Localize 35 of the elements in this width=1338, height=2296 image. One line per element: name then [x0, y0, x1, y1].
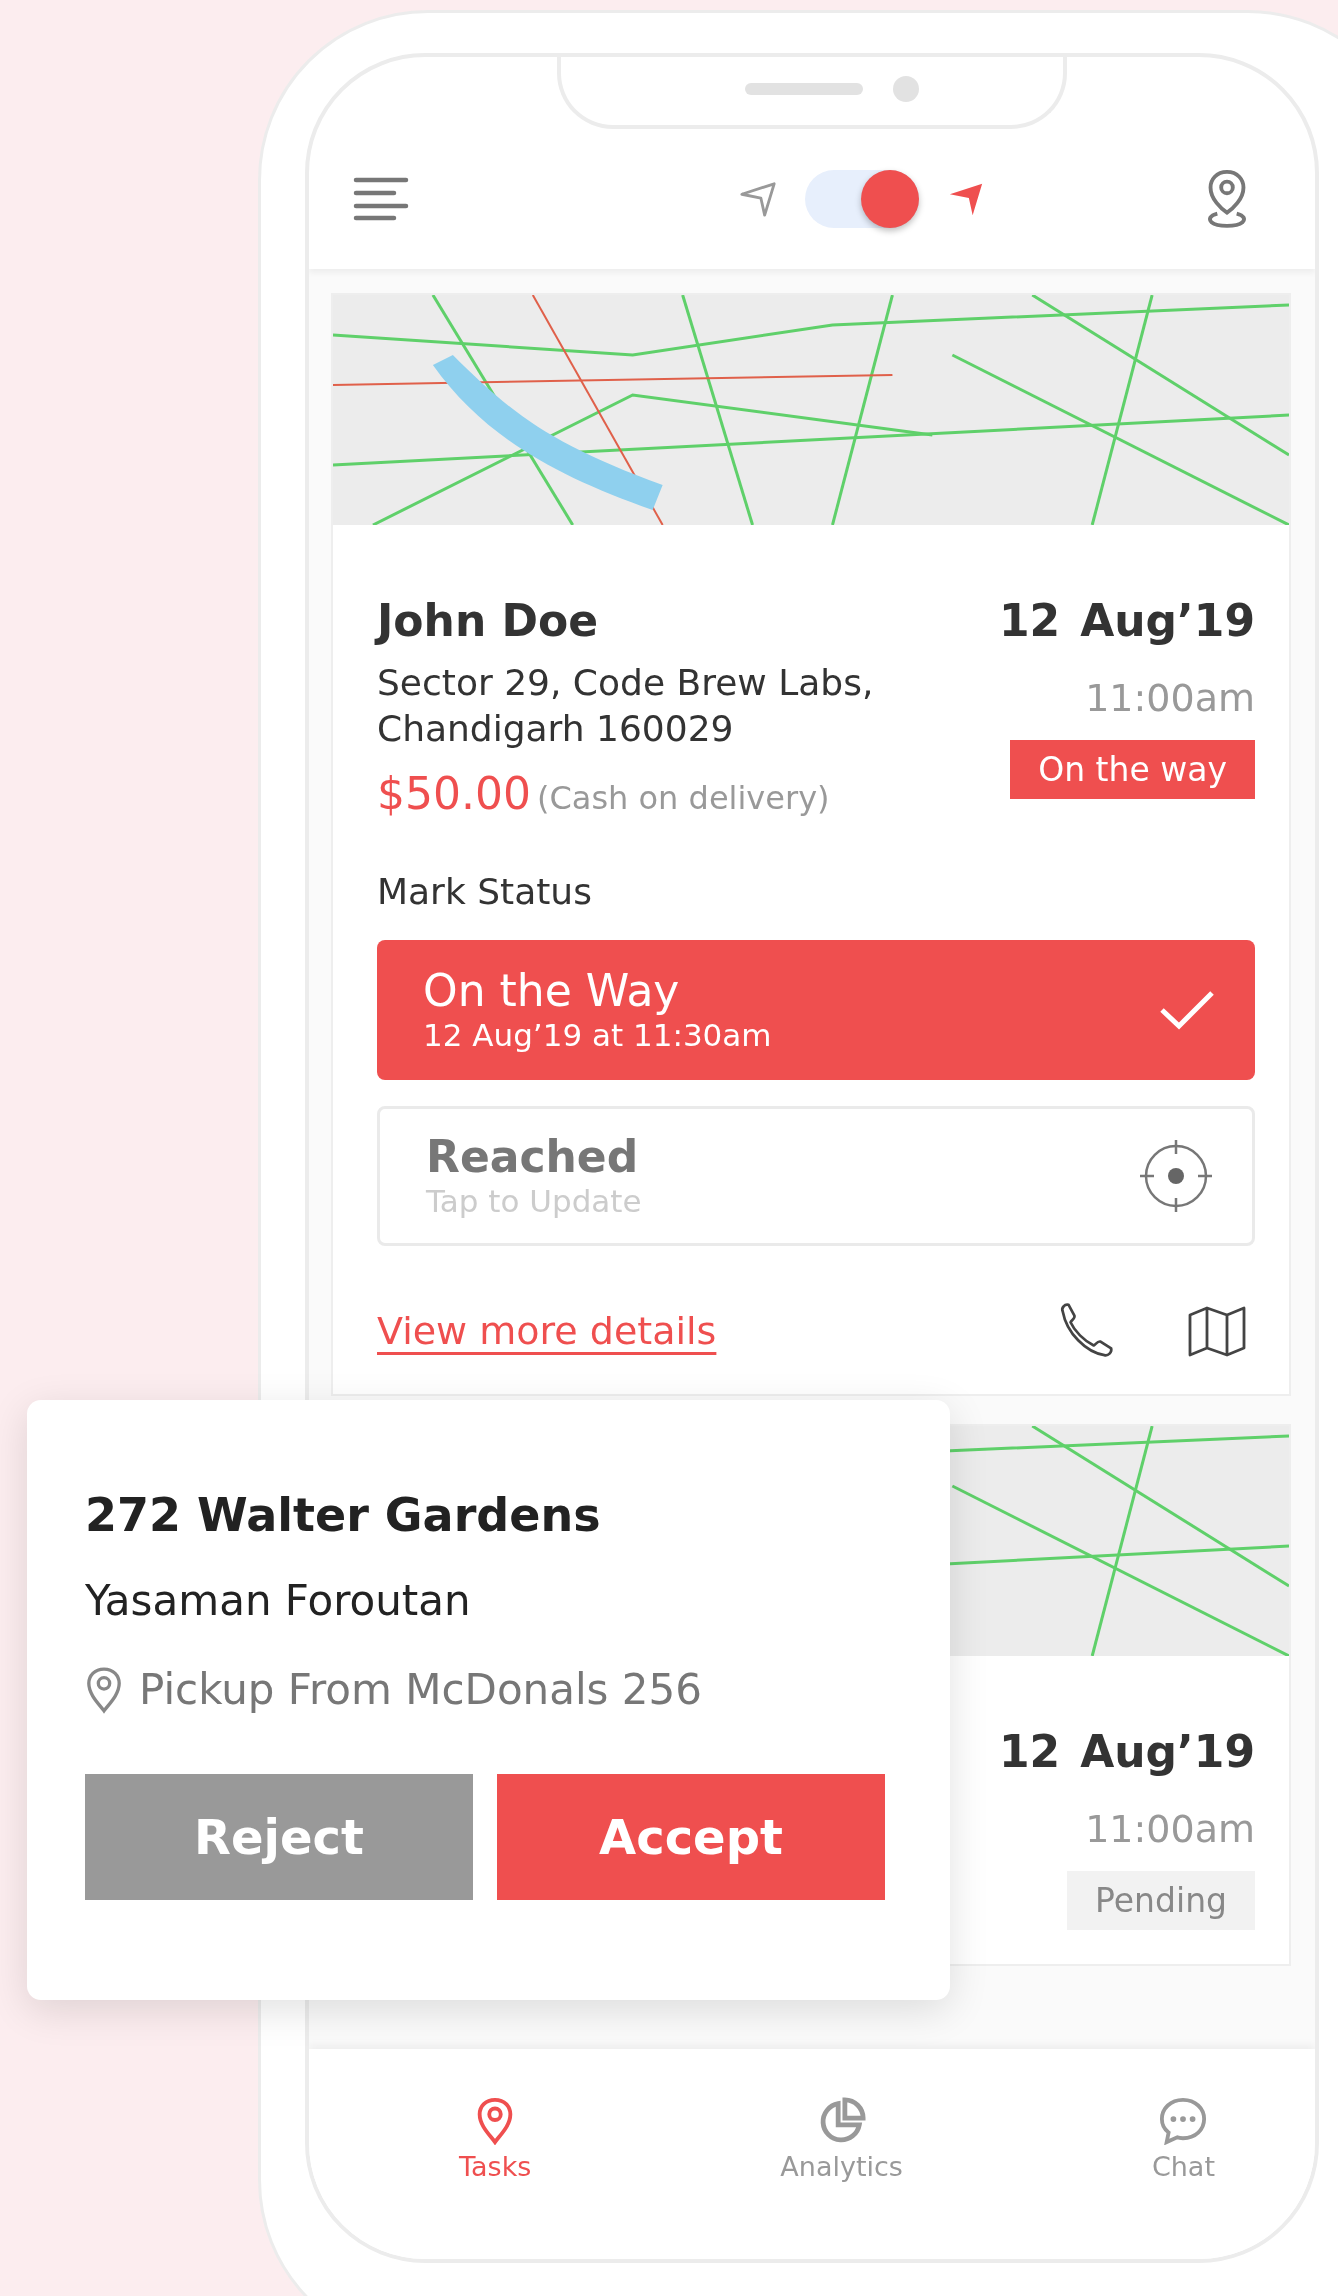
step-title: On the Way: [423, 966, 681, 1016]
date-day: 12: [998, 1726, 1061, 1777]
checkmark-icon: [1159, 990, 1215, 1030]
address-line: Sector 29, Code Brew Labs,: [377, 661, 874, 705]
accept-button[interactable]: Accept: [497, 1774, 885, 1900]
payment-method: (Cash on delivery): [536, 779, 830, 817]
status-badge: Pending: [1067, 1871, 1255, 1930]
time: 11:00am: [1085, 1807, 1255, 1851]
address-line: Chandigarh 160029: [377, 707, 735, 751]
section-title: Mark Status: [377, 871, 593, 912]
time: 11:00am: [1085, 676, 1255, 720]
customer-name: Yasaman Foroutan: [85, 1576, 472, 1625]
view-details-link[interactable]: View more details: [377, 1309, 717, 1353]
nav-tab[interactable]: Analytics: [780, 2096, 903, 2182]
crosshair-icon: [1140, 1140, 1212, 1212]
location-pin-icon: [85, 1665, 123, 1714]
location-pin-icon[interactable]: [1205, 168, 1249, 230]
tracking-switch[interactable]: [805, 170, 919, 228]
date-month: Aug’19: [1080, 595, 1255, 646]
popup-title: 272 Walter Gardens: [85, 1488, 602, 1542]
nav-tab[interactable]: Tasks: [459, 2096, 532, 2182]
status-step[interactable]: On the Way 12 Aug’19 at 11:30am: [377, 940, 1255, 1080]
navigation-arrow-icon: [739, 180, 777, 218]
status-badge: On the way: [1010, 740, 1255, 799]
step-subtitle: 12 Aug’19 at 11:30am: [423, 1016, 772, 1054]
menu-icon[interactable]: [353, 177, 409, 221]
price: $50.00: [377, 768, 531, 819]
reject-button[interactable]: Reject: [85, 1774, 473, 1900]
date-day: 12: [998, 595, 1061, 646]
chat-bubble-icon: [1159, 2096, 1208, 2145]
map-icon[interactable]: [1187, 1305, 1247, 1357]
step-title: Reached: [426, 1132, 640, 1182]
date-month: Aug’19: [1080, 1726, 1255, 1777]
pickup-text: Pickup From McDonals 256: [139, 1665, 703, 1714]
nav-tab[interactable]: Chat: [1151, 2096, 1215, 2182]
